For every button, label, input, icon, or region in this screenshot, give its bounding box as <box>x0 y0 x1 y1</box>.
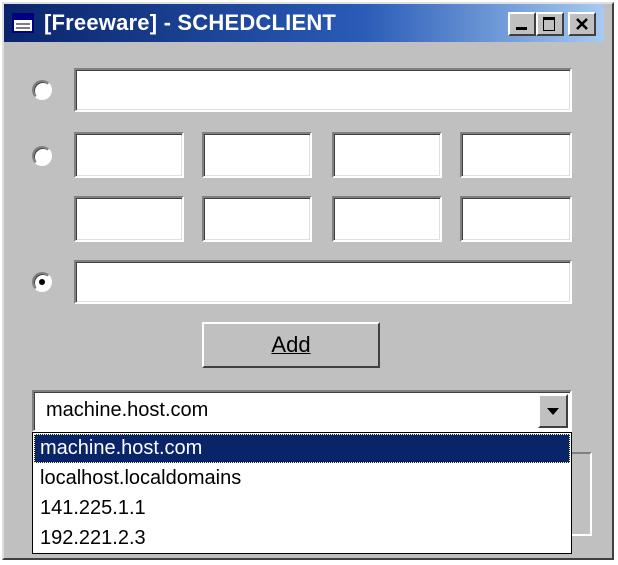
ip-field-3[interactable] <box>332 132 442 178</box>
add-button-label: Add <box>271 332 311 357</box>
mask-field-2[interactable] <box>202 196 312 242</box>
host-combobox-value: machine.host.com <box>46 399 209 421</box>
dropdown-item[interactable]: localhost.localdomains <box>34 464 570 493</box>
radio-option-other[interactable] <box>32 272 52 292</box>
ip-field-4[interactable] <box>460 132 572 178</box>
radio-option-hostname[interactable] <box>32 80 52 100</box>
window-icon[interactable] <box>12 13 34 33</box>
dropdown-arrow-button[interactable] <box>538 394 568 428</box>
hostname-input[interactable] <box>74 68 572 112</box>
ip-field-1[interactable] <box>74 132 184 178</box>
maximize-button[interactable] <box>536 12 564 36</box>
window-title: [Freeware] - SCHEDCLIENT <box>44 10 337 35</box>
host-combobox[interactable]: machine.host.com <box>32 390 572 432</box>
dropdown-item[interactable]: 141.225.1.1 <box>34 494 570 523</box>
radio-option-ip[interactable] <box>32 146 52 166</box>
close-icon <box>576 18 588 30</box>
dropdown-item[interactable]: machine.host.com <box>34 434 570 463</box>
mask-field-3[interactable] <box>332 196 442 242</box>
mask-field-4[interactable] <box>460 196 572 242</box>
ip-field-2[interactable] <box>202 132 312 178</box>
dropdown-item[interactable]: 192.221.2.3 <box>34 524 570 553</box>
add-button[interactable]: Add <box>202 322 380 368</box>
minimize-button[interactable] <box>508 12 536 36</box>
mask-field-1[interactable] <box>74 196 184 242</box>
title-bar[interactable]: [Freeware] - SCHEDCLIENT <box>4 4 604 42</box>
other-input[interactable] <box>74 260 572 304</box>
host-dropdown-list[interactable]: machine.host.com localhost.localdomains … <box>32 432 572 554</box>
close-button[interactable] <box>568 12 596 36</box>
